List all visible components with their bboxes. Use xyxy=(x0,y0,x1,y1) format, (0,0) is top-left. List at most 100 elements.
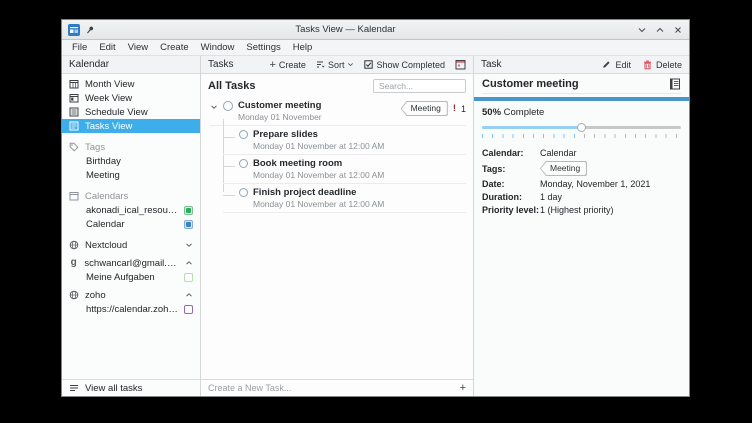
detail-task-title: Customer meeting xyxy=(482,78,579,90)
trash-icon xyxy=(643,60,652,70)
create-button[interactable]: + Create xyxy=(269,60,305,70)
sidebar-item-schedule-view[interactable]: Schedule View xyxy=(62,105,200,119)
task-date: Monday 01 November at 12:00 AM xyxy=(253,141,466,151)
task-row-customer-meeting[interactable]: Customer meeting Monday 01 November Meet… xyxy=(210,97,466,126)
menubar: File Edit View Create Window Settings He… xyxy=(62,40,689,56)
minimize-button[interactable] xyxy=(637,25,647,35)
account-nextcloud[interactable]: Nextcloud xyxy=(62,238,200,252)
tags-section-header[interactable]: Tags xyxy=(62,140,200,154)
create-new-task-placeholder: Create a New Task... xyxy=(208,383,291,393)
calendar-checkbox-lightgreen[interactable] xyxy=(184,273,193,282)
close-button[interactable] xyxy=(673,25,683,35)
search-input[interactable] xyxy=(373,79,466,93)
account-gmail[interactable]: g schwancarl@gmail.com xyxy=(62,256,200,270)
kalendar-window: Tasks View — Kalendar File Edit View Cre… xyxy=(61,19,690,397)
sort-button[interactable]: Sort xyxy=(316,60,355,70)
sidebar-item-label: Month View xyxy=(85,79,134,90)
google-icon: g xyxy=(69,258,78,268)
slider-handle[interactable] xyxy=(577,123,586,132)
show-completed-toggle[interactable]: Show Completed xyxy=(364,60,445,70)
tasks-view-icon xyxy=(69,121,79,131)
detail-panel-title: Task xyxy=(481,59,502,70)
calendar-checkbox-green[interactable] xyxy=(184,206,193,215)
menu-help[interactable]: Help xyxy=(287,41,319,54)
kalendar-app-icon xyxy=(68,24,80,36)
chevron-up-icon[interactable] xyxy=(185,259,193,267)
calendar-item-label: akonadi_ical_resource_17 xyxy=(86,205,178,216)
window-title: Tasks View — Kalendar xyxy=(122,24,569,35)
collapse-chevron-icon[interactable] xyxy=(210,103,218,111)
calendar-item-calendar[interactable]: Calendar xyxy=(62,217,200,231)
tag-item-meeting[interactable]: Meeting xyxy=(62,168,200,182)
task-title: Prepare slides xyxy=(253,129,466,140)
task-list: Customer meeting Monday 01 November Meet… xyxy=(201,97,473,379)
menu-file[interactable]: File xyxy=(66,41,93,54)
field-value-duration: 1 day xyxy=(540,192,681,202)
view-all-tasks-label: View all tasks xyxy=(85,383,142,394)
calendars-section-header[interactable]: Calendars xyxy=(62,189,200,203)
create-new-task-bar[interactable]: Create a New Task... + xyxy=(201,379,473,396)
menu-window[interactable]: Window xyxy=(195,41,241,54)
tag-item-birthday[interactable]: Birthday xyxy=(62,154,200,168)
create-button-label: Create xyxy=(279,60,306,70)
detail-body: Customer meeting 50% Complete xyxy=(474,74,689,396)
completion-slider[interactable] xyxy=(482,122,681,132)
edit-button-label: Edit xyxy=(615,60,631,70)
add-task-icon[interactable]: + xyxy=(460,383,466,393)
task-checkbox[interactable] xyxy=(239,188,248,197)
field-value-date: Monday, November 1, 2021 xyxy=(540,179,681,189)
sidebar-item-tasks-view[interactable]: Tasks View xyxy=(62,119,200,133)
calendars-icon xyxy=(69,191,79,201)
tag-item-label: Meeting xyxy=(86,170,120,181)
calendar-checkbox-blue[interactable] xyxy=(184,220,193,229)
view-all-tasks-button[interactable]: View all tasks xyxy=(62,379,200,396)
sidebar: Kalendar Month View Week View Schedule V… xyxy=(62,56,201,396)
chevron-down-icon[interactable] xyxy=(185,241,193,249)
calendar-item-zoho-url[interactable]: https://calendar.zoho.eu/caldav/b... xyxy=(62,302,200,316)
completion-line: 50% Complete xyxy=(482,107,681,118)
detail-fields: Calendar: Calendar Tags: Meeting Date: M… xyxy=(482,148,681,215)
menu-edit[interactable]: Edit xyxy=(93,41,121,54)
calendar-item-meine-aufgaben[interactable]: Meine Aufgaben xyxy=(62,270,200,284)
due-date-calendar-icon[interactable] xyxy=(455,59,466,70)
task-checkbox[interactable] xyxy=(239,130,248,139)
field-label: Calendar: xyxy=(482,148,540,158)
task-checkbox[interactable] xyxy=(223,101,233,111)
calendar-item-akonadi[interactable]: akonadi_ical_resource_17 xyxy=(62,203,200,217)
delete-button[interactable]: Delete xyxy=(643,60,682,70)
task-row-book-meeting-room[interactable]: Book meeting room Monday 01 November at … xyxy=(223,155,466,184)
chevron-down-icon xyxy=(347,61,354,68)
account-zoho[interactable]: zoho xyxy=(62,288,200,302)
completion-label: Complete xyxy=(504,107,545,118)
calendar-item-label: https://calendar.zoho.eu/caldav/b... xyxy=(86,304,178,315)
pin-icon[interactable] xyxy=(85,25,95,35)
priority-icon: ! xyxy=(453,103,456,114)
chevron-up-icon[interactable] xyxy=(185,291,193,299)
field-label: Tags: xyxy=(482,164,540,174)
sidebar-item-month-view[interactable]: Month View xyxy=(62,77,200,91)
task-row-finish-project-deadline[interactable]: Finish project deadline Monday 01 Novemb… xyxy=(223,184,466,213)
sidebar-list: Month View Week View Schedule View Tasks… xyxy=(62,74,200,379)
menu-view[interactable]: View xyxy=(122,41,154,54)
tasks-panel-title: Tasks xyxy=(208,59,234,70)
task-title: Customer meeting xyxy=(238,100,396,111)
sidebar-item-week-view[interactable]: Week View xyxy=(62,91,200,105)
task-tag-chip[interactable]: Meeting xyxy=(401,101,448,116)
calendar-checkbox-purple[interactable] xyxy=(184,305,193,314)
completion-percent: 50% xyxy=(482,107,501,118)
task-detail-panel: Task Edit Delete Customer xyxy=(474,56,689,396)
maximize-button[interactable] xyxy=(655,25,665,35)
menu-settings[interactable]: Settings xyxy=(240,41,286,54)
plus-icon: + xyxy=(269,60,275,70)
task-checkbox[interactable] xyxy=(239,159,248,168)
titlebar[interactable]: Tasks View — Kalendar xyxy=(62,20,689,40)
task-row-prepare-slides[interactable]: Prepare slides Monday 01 November at 12:… xyxy=(223,126,466,155)
tasks-panel: Tasks + Create Sort Sho xyxy=(201,56,474,396)
detail-tag-chip[interactable]: Meeting xyxy=(540,161,587,176)
edit-button[interactable]: Edit xyxy=(602,60,631,70)
menu-create[interactable]: Create xyxy=(154,41,195,54)
sidebar-item-label: Schedule View xyxy=(85,107,148,118)
month-view-icon xyxy=(69,79,79,89)
task-list-icon xyxy=(69,383,79,393)
checked-checkbox-icon xyxy=(364,60,373,69)
